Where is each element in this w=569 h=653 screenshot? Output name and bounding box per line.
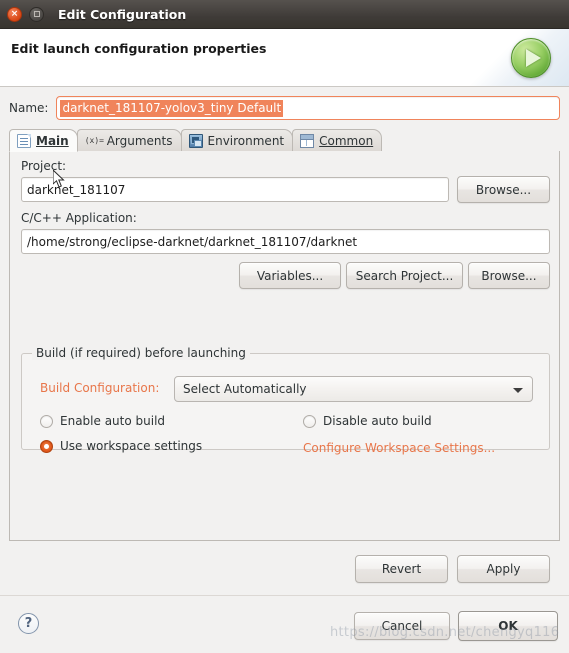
tab-common-label: Common xyxy=(319,133,374,148)
help-question-mark: ? xyxy=(24,616,33,631)
radio-use-workspace-settings-indicator xyxy=(40,439,53,453)
radio-enable-auto-build-indicator xyxy=(40,414,53,428)
dialog-body: Name: darknet_181107-yolov3_tiny Default… xyxy=(0,87,569,595)
build-group: Build (if required) before launching Bui… xyxy=(21,346,550,455)
tab-arguments-label: Arguments xyxy=(106,133,173,148)
build-group-title: Build (if required) before launching xyxy=(32,346,250,360)
project-browse-button[interactable]: Browse... xyxy=(457,176,550,203)
project-input[interactable]: darknet_181107 xyxy=(21,177,449,202)
maximize-icon xyxy=(33,11,40,17)
project-label: Project: xyxy=(21,159,67,173)
project-input-value: darknet_181107 xyxy=(27,182,126,197)
radio-disable-auto-build-indicator xyxy=(303,414,316,428)
maximize-window-button[interactable] xyxy=(29,6,44,22)
name-input[interactable]: darknet_181107-yolov3_tiny Default xyxy=(56,96,560,120)
application-label: C/C++ Application: xyxy=(21,211,137,225)
window-titlebar: × Edit Configuration xyxy=(0,0,569,29)
play-triangle-icon xyxy=(526,49,541,67)
tab-main-label: Main xyxy=(36,133,69,148)
run-play-icon xyxy=(511,38,551,78)
watermark: https://blog.csdn.net/chengyq116 xyxy=(330,625,560,640)
chevron-down-icon xyxy=(513,388,523,393)
radio-enable-auto-build-label: Enable auto build xyxy=(60,414,166,428)
tab-environment-label: Environment xyxy=(207,133,285,148)
environment-monitor-icon xyxy=(188,133,203,148)
close-icon: × xyxy=(10,8,19,19)
dialog-banner: Edit launch configuration properties xyxy=(0,29,569,87)
application-input-value: /home/strong/eclipse-darknet/darknet_181… xyxy=(27,234,358,249)
tab-main[interactable]: Main xyxy=(9,129,78,152)
build-configuration-value: Select Automatically xyxy=(183,382,307,396)
variables-button[interactable]: Variables... xyxy=(239,262,341,289)
radio-disable-auto-build-label: Disable auto build xyxy=(323,414,432,428)
configure-workspace-settings-link[interactable]: Configure Workspace Settings... xyxy=(303,441,495,455)
tab-arguments[interactable]: (x)= Arguments xyxy=(76,129,182,151)
application-input[interactable]: /home/strong/eclipse-darknet/darknet_181… xyxy=(21,229,550,254)
tab-bar: Main (x)= Arguments Environment Common xyxy=(9,129,560,152)
name-row: Name: darknet_181107-yolov3_tiny Default xyxy=(9,95,560,121)
apply-button[interactable]: Apply xyxy=(457,555,550,583)
radio-enable-auto-build[interactable]: Enable auto build xyxy=(40,414,165,428)
name-label: Name: xyxy=(9,101,49,115)
banner-title: Edit launch configuration properties xyxy=(11,41,267,56)
window-icon xyxy=(300,133,315,148)
radio-use-workspace-settings[interactable]: Use workspace settings xyxy=(40,439,202,453)
document-icon xyxy=(17,133,31,148)
radio-disable-auto-build[interactable]: Disable auto build xyxy=(303,414,432,428)
application-browse-button[interactable]: Browse... xyxy=(468,262,550,289)
build-configuration-label: Build Configuration: xyxy=(40,381,160,395)
help-icon[interactable]: ? xyxy=(18,613,39,634)
window-title: Edit Configuration xyxy=(58,6,187,22)
search-project-button[interactable]: Search Project... xyxy=(346,262,463,289)
close-window-button[interactable]: × xyxy=(7,6,22,22)
revert-button[interactable]: Revert xyxy=(355,555,448,583)
name-input-value: darknet_181107-yolov3_tiny Default xyxy=(60,99,284,117)
build-configuration-select[interactable]: Select Automatically xyxy=(174,376,533,402)
main-tab-panel: Project: darknet_181107 Browse... C/C++ … xyxy=(9,151,560,541)
tab-environment[interactable]: Environment xyxy=(180,129,294,151)
radio-use-workspace-settings-label: Use workspace settings xyxy=(60,439,203,453)
configuration-content: Name: darknet_181107-yolov3_tiny Default… xyxy=(9,95,560,587)
tab-common[interactable]: Common xyxy=(292,129,383,151)
variable-icon: (x)= xyxy=(84,135,104,145)
